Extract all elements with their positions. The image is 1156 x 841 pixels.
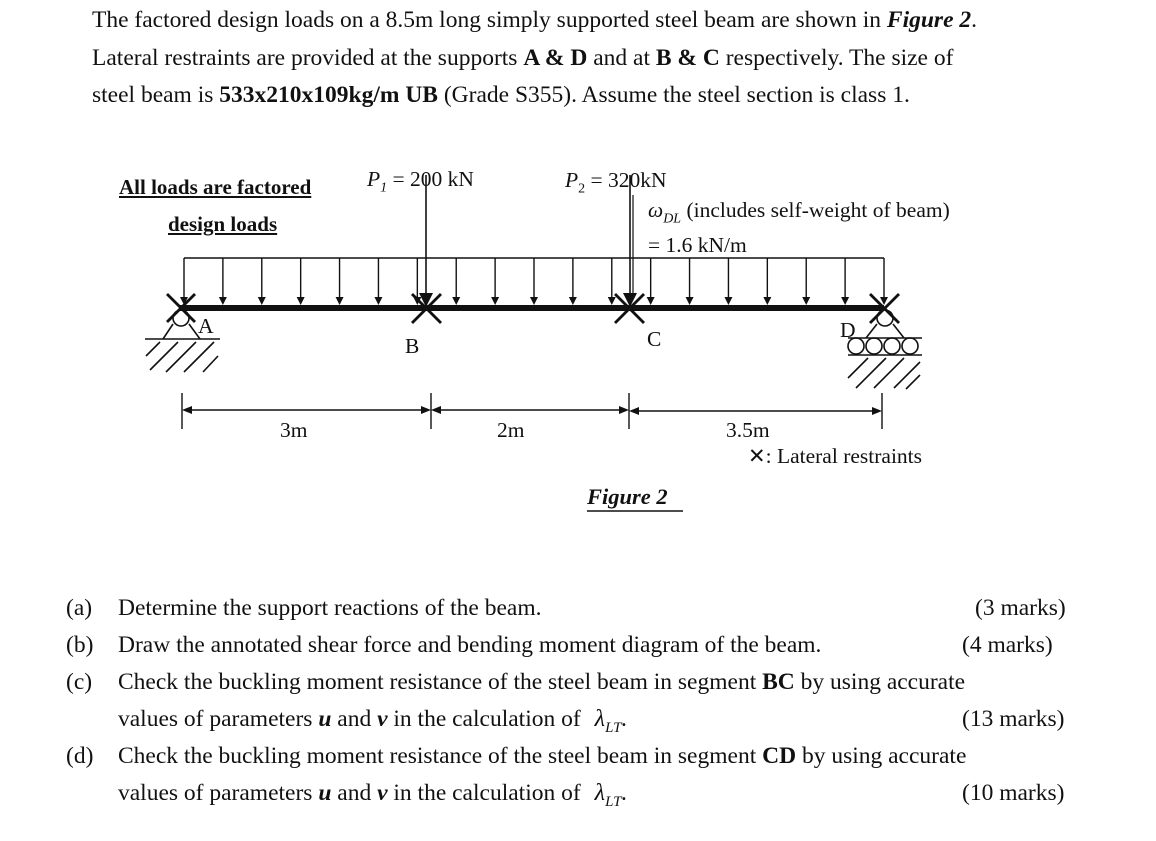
udl-arrow <box>568 258 577 305</box>
udl-arrow <box>335 258 344 305</box>
figure-caption: Figure 2 <box>587 484 668 509</box>
roller-support-D <box>847 309 922 390</box>
marks-c: (13 marks) <box>962 706 1065 732</box>
udl-arrow <box>530 258 538 305</box>
legend: ✕: Lateral restraints <box>748 444 923 468</box>
question-list: (a) Determine the support reactions of t… <box>66 590 1106 812</box>
lambda-lt-symbol: λLT. <box>594 780 628 810</box>
udl-arrow <box>880 258 888 305</box>
marks-d: (10 marks) <box>962 780 1065 806</box>
factored-note-line-2: design loads <box>168 212 278 236</box>
udl-arrows <box>180 258 888 305</box>
span-label-BC: 2m <box>497 418 525 442</box>
span-label-AB: 3m <box>280 418 308 442</box>
question-c-line-2: values of parameters u and v in the calc… <box>66 701 1106 738</box>
question-b: (b) Draw the annotated shear force and b… <box>66 627 1106 664</box>
udl-arrow <box>646 258 655 305</box>
point-label-A: A <box>198 314 214 338</box>
factored-note-line-1: All loads are factored <box>119 175 312 199</box>
lambda-lt-symbol: λLT. <box>594 706 628 736</box>
question-a: (a) Determine the support reactions of t… <box>66 590 1106 627</box>
question-c: (c) Check the buckling moment resistance… <box>66 669 966 695</box>
udl-arrow <box>296 258 305 305</box>
udl-arrow <box>180 258 188 305</box>
span-label-CD: 3.5m <box>726 418 770 442</box>
p1-label: P1 = 200 kN <box>367 167 474 196</box>
udl-arrow <box>452 258 461 305</box>
udl-arrow <box>802 258 811 305</box>
udl-value: = 1.6 kN/m <box>648 233 747 257</box>
udl-arrow <box>685 258 694 305</box>
udl-arrow <box>763 258 772 305</box>
udl-arrow <box>257 258 266 305</box>
udl-arrow <box>607 258 616 305</box>
point-label-D: D <box>840 318 856 342</box>
question-d: (d) Check the buckling moment resistance… <box>66 743 967 769</box>
restraint-x-icon: ✕ <box>748 444 766 468</box>
point-label-B: B <box>405 334 420 358</box>
question-d-line-2: values of parameters u and v in the calc… <box>66 775 1106 812</box>
udl-arrow <box>374 258 383 305</box>
marks-b: (4 marks) <box>962 632 1053 658</box>
marks-a: (3 marks) <box>975 595 1066 621</box>
point-label-C: C <box>647 327 662 351</box>
udl-label: ωDL (includes self-weight of beam) <box>648 198 950 227</box>
udl-arrow <box>218 258 227 305</box>
udl-arrow <box>724 258 733 305</box>
udl-arrow <box>491 258 500 305</box>
udl-arrow <box>841 258 850 305</box>
p2-label: P2 = 320kN <box>565 168 667 197</box>
